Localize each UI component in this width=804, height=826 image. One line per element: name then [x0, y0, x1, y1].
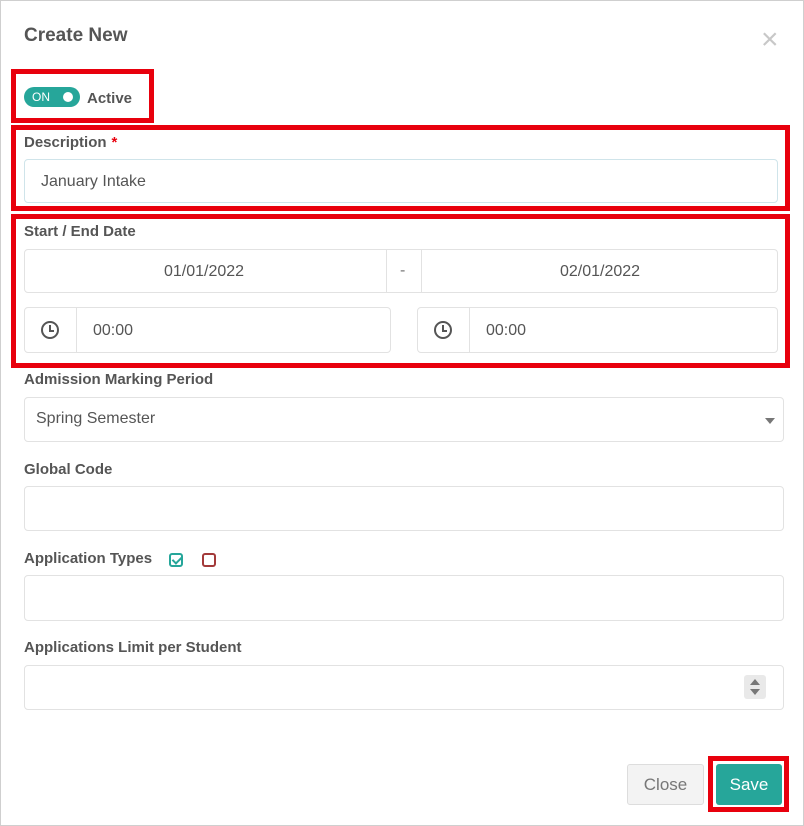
start-time-addon	[24, 307, 77, 353]
number-stepper[interactable]	[744, 675, 766, 699]
stepper-up-icon[interactable]	[750, 679, 760, 685]
start-date-value: 01/01/2022	[164, 263, 245, 280]
chevron-down-icon	[765, 418, 775, 424]
marking-period-select[interactable]: Spring Semester	[24, 397, 784, 442]
create-new-modal: Create New × ON Active Description * Janu…	[0, 0, 804, 826]
check-square-icon[interactable]	[169, 553, 183, 567]
marking-period-value: Spring Semester	[36, 410, 156, 427]
start-date-input[interactable]: 01/01/2022	[24, 249, 387, 293]
end-time-addon	[417, 307, 470, 353]
description-label-text: Description	[24, 134, 107, 151]
application-types-label: Application Types	[24, 550, 153, 567]
square-icon[interactable]	[202, 553, 216, 567]
date-separator-box: -	[386, 249, 422, 293]
toggle-on-text: ON	[32, 90, 50, 104]
end-date-input[interactable]: 02/01/2022	[421, 249, 778, 293]
description-input[interactable]: January Intake	[24, 159, 778, 203]
modal-title: Create New	[24, 25, 128, 46]
description-value: January Intake	[41, 173, 146, 190]
application-types-input[interactable]	[24, 575, 784, 621]
end-time-value: 00:00	[486, 322, 527, 339]
description-label: Description *	[24, 134, 117, 151]
active-toggle[interactable]: ON	[24, 87, 80, 107]
stepper-down-icon[interactable]	[750, 689, 760, 695]
start-time-value: 00:00	[93, 322, 134, 339]
end-time-input[interactable]: 00:00	[469, 307, 778, 353]
date-separator: -	[400, 262, 406, 279]
start-end-date-label: Start / End Date	[24, 223, 136, 240]
required-asterisk: *	[111, 134, 118, 151]
toggle-knob	[63, 92, 73, 102]
end-date-value: 02/01/2022	[560, 263, 641, 280]
close-button[interactable]: Close	[627, 764, 704, 805]
start-time-input[interactable]: 00:00	[76, 307, 391, 353]
global-code-label: Global Code	[24, 461, 113, 478]
marking-period-label: Admission Marking Period	[24, 371, 214, 388]
active-label: Active	[87, 90, 133, 107]
applications-limit-input[interactable]	[24, 665, 784, 710]
close-icon[interactable]: ×	[761, 25, 779, 55]
applications-limit-label: Applications Limit per Student	[24, 639, 242, 656]
global-code-input[interactable]	[24, 486, 784, 531]
clock-icon	[41, 321, 59, 339]
save-button[interactable]: Save	[716, 764, 782, 805]
clock-icon	[434, 321, 452, 339]
